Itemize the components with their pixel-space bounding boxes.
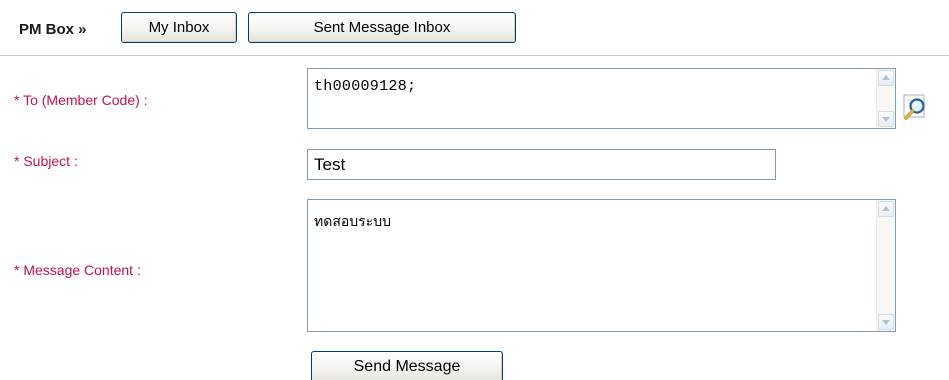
to-member-code-value: th00009128; [314,78,417,95]
subject-input[interactable] [307,149,776,180]
pm-box-header: PM Box » My Inbox Sent Message Inbox [0,0,949,60]
scroll-up-arrow-icon[interactable] [878,70,894,86]
message-content-label: * Message Content : [14,262,141,278]
message-content-textarea[interactable]: ทดสอบระบบ [307,199,896,332]
sent-message-inbox-button[interactable]: Sent Message Inbox [248,12,516,43]
scroll-down-arrow-icon[interactable] [878,111,894,127]
magnifier-icon[interactable] [901,93,931,123]
page-title: PM Box » [19,21,87,38]
send-message-button[interactable]: Send Message [311,351,503,380]
pm-box-page: PM Box » My Inbox Sent Message Inbox * T… [0,0,949,380]
to-label: * To (Member Code) : [14,92,148,108]
to-scrollbar[interactable] [876,69,895,128]
my-inbox-button[interactable]: My Inbox [121,12,237,43]
subject-label: * Subject : [14,153,78,169]
header-divider [0,55,949,56]
message-content-value: ทดสอบระบบ [314,214,391,230]
scroll-up-arrow-icon[interactable] [878,201,894,217]
content-scrollbar[interactable] [876,200,895,331]
to-member-code-textarea[interactable]: th00009128; [307,68,896,129]
scroll-down-arrow-icon[interactable] [878,314,894,330]
